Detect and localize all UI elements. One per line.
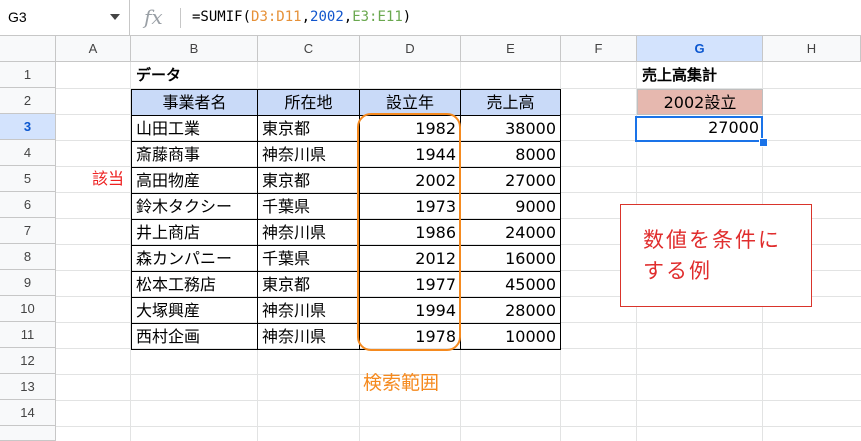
column-header-a[interactable]: A [56, 36, 131, 62]
active-cell-border [635, 116, 763, 142]
formula-part-criterion: 2002 [310, 9, 344, 25]
formula-part: ) [402, 9, 412, 25]
column-header-b[interactable]: B [131, 36, 258, 62]
table-cell[interactable]: 東京都 [257, 271, 360, 298]
row-header[interactable]: 13 [0, 374, 56, 400]
grid-line [56, 400, 861, 401]
table-cell[interactable]: 神奈川県 [257, 323, 360, 350]
formula-part: , [301, 9, 311, 25]
table-header-cell[interactable]: 事業者名 [131, 89, 258, 116]
name-box[interactable]: G3 [0, 0, 130, 35]
summary-header-cell[interactable]: 2002設立 [637, 89, 763, 115]
table-cell[interactable]: 45000 [460, 271, 561, 298]
table-cell[interactable]: 高田物産 [131, 167, 258, 194]
row-header[interactable]: 11 [0, 322, 56, 348]
table-cell[interactable]: 38000 [460, 115, 561, 142]
match-label[interactable]: 該当 [92, 166, 132, 192]
grid-line [56, 374, 861, 375]
table-cell[interactable]: 千葉県 [257, 193, 360, 220]
row-header[interactable]: 2 [0, 88, 56, 114]
column-header-bar: A B C D E F G H [0, 36, 861, 62]
table-cell[interactable]: 16000 [460, 245, 561, 272]
table-cell[interactable]: 千葉県 [257, 245, 360, 272]
chevron-down-icon[interactable] [110, 14, 120, 20]
formula-bar: G3 fx =SUMIF(D3:D11,2002,E3:E11) [0, 0, 861, 36]
formula-part-sum-range: E3:E11 [352, 9, 403, 25]
fill-handle[interactable] [759, 138, 768, 147]
table-cell[interactable]: 10000 [460, 323, 561, 350]
table-cell[interactable]: 24000 [460, 219, 561, 246]
row-header[interactable]: 4 [0, 140, 56, 166]
table-cell[interactable]: 神奈川県 [257, 297, 360, 324]
table-cell[interactable]: 井上商店 [131, 219, 258, 246]
table-cell[interactable]: 28000 [460, 297, 561, 324]
row-header[interactable]: 8 [0, 244, 56, 270]
table-cell[interactable]: 神奈川県 [257, 141, 360, 168]
table-cell[interactable]: 8000 [460, 141, 561, 168]
formula-input[interactable]: =SUMIF(D3:D11,2002,E3:E11) [192, 9, 411, 25]
note-text: 数値を条件に する例 [643, 225, 781, 287]
data-title[interactable]: データ [132, 62, 252, 88]
row-header[interactable] [0, 426, 56, 441]
table-cell[interactable]: 27000 [460, 167, 561, 194]
row-header[interactable]: 7 [0, 218, 56, 244]
table-cell[interactable]: 神奈川県 [257, 219, 360, 246]
function-icon: fx [144, 5, 163, 29]
row-header[interactable]: 5 [0, 166, 56, 192]
table-cell[interactable]: 斎藤商事 [131, 141, 258, 168]
row-header[interactable]: 9 [0, 270, 56, 296]
row-header[interactable]: 10 [0, 296, 56, 322]
column-header-d[interactable]: D [360, 36, 461, 62]
formula-part: , [343, 9, 353, 25]
column-header-e[interactable]: E [461, 36, 561, 62]
row-header[interactable]: 3 [0, 114, 56, 140]
table-cell[interactable]: 9000 [460, 193, 561, 220]
select-all-corner[interactable] [0, 36, 56, 62]
formula-separator [180, 8, 181, 28]
table-cell[interactable]: 森カンパニー [131, 245, 258, 272]
row-header[interactable]: 1 [0, 62, 56, 88]
table-header-cell[interactable]: 所在地 [257, 89, 360, 116]
search-range-highlight [357, 113, 461, 351]
search-range-label: 検索範囲 [363, 372, 440, 394]
row-header[interactable]: 14 [0, 400, 56, 426]
note-box: 数値を条件に する例 [620, 204, 812, 307]
name-box-value: G3 [8, 9, 27, 25]
column-header-c[interactable]: C [258, 36, 360, 62]
table-cell[interactable]: 鈴木タクシー [131, 193, 258, 220]
summary-title[interactable]: 売上高集計 [638, 62, 762, 88]
table-cell[interactable]: 松本工務店 [131, 271, 258, 298]
table-cell[interactable]: 大塚興産 [131, 297, 258, 324]
table-cell[interactable]: 西村企画 [131, 323, 258, 350]
note-line: する例 [643, 259, 712, 283]
column-header-f[interactable]: F [561, 36, 637, 62]
formula-part: =SUMIF( [192, 9, 252, 25]
table-cell[interactable]: 東京都 [257, 167, 360, 194]
table-cell[interactable]: 東京都 [257, 115, 360, 142]
grid-line [56, 426, 861, 427]
formula-part-range-criteria: D3:D11 [251, 9, 302, 25]
table-header-cell[interactable]: 売上高 [460, 89, 561, 116]
column-header-h[interactable]: H [763, 36, 861, 62]
row-header[interactable]: 12 [0, 348, 56, 374]
table-header-cell[interactable]: 設立年 [359, 89, 461, 116]
row-header[interactable]: 6 [0, 192, 56, 218]
note-line: 数値を条件に [643, 228, 781, 252]
column-header-g[interactable]: G [637, 36, 763, 62]
table-cell[interactable]: 山田工業 [131, 115, 258, 142]
